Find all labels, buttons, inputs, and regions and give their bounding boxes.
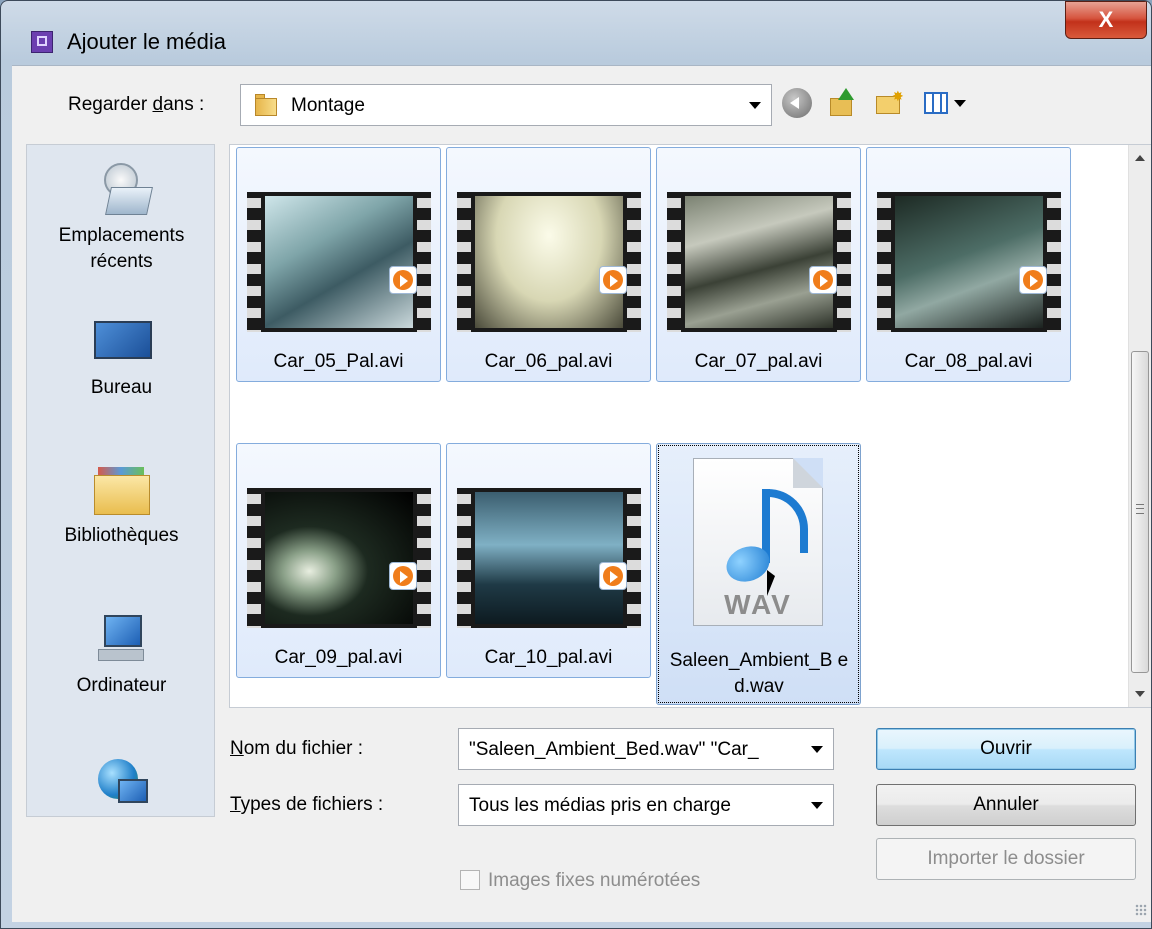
open-button[interactable]: Ouvrir: [876, 728, 1136, 770]
wav-icon-text: WAV: [724, 589, 792, 620]
file-item[interactable]: Car_08_pal.avi: [866, 147, 1071, 382]
place-recent[interactable]: Emplacements récents: [27, 161, 216, 275]
desktop-icon: [93, 313, 152, 369]
place-label: Ordinateur: [76, 675, 167, 696]
file-item[interactable]: Car_05_Pal.avi: [236, 147, 441, 382]
video-thumbnail: [457, 192, 641, 332]
place-network[interactable]: [27, 757, 216, 819]
play-icon: [599, 562, 627, 590]
file-types-select[interactable]: Tous les médias pris en charge: [458, 784, 834, 826]
up-folder-icon[interactable]: [828, 88, 858, 118]
cancel-button[interactable]: Annuler: [876, 784, 1136, 826]
view-menu-icon[interactable]: [924, 88, 972, 118]
file-name: Car_07_pal.avi: [694, 351, 823, 372]
file-item[interactable]: Car_10_pal.avi: [446, 443, 651, 678]
scroll-down-icon[interactable]: [1135, 691, 1145, 697]
file-name-input[interactable]: "Saleen_Ambient_Bed.wav" "Car_: [469, 739, 799, 761]
play-icon: [809, 266, 837, 294]
file-item-selected[interactable]: WAV Saleen_Ambient_B ed.wav: [656, 443, 861, 705]
computer-icon: [94, 611, 150, 667]
file-list[interactable]: Car_05_Pal.avi Car_06_pal.avi Car_07_pal…: [229, 144, 1151, 708]
scroll-up-icon[interactable]: [1135, 155, 1145, 161]
video-thumbnail: [247, 488, 431, 628]
file-name: Car_09_pal.avi: [274, 647, 403, 668]
look-in-combo[interactable]: Montage: [240, 84, 772, 126]
place-label: Bureau: [90, 377, 153, 398]
audio-file-icon: WAV: [693, 458, 823, 626]
file-types-label: Types de fichiers :: [230, 794, 384, 815]
resize-grip-icon[interactable]: [1135, 904, 1147, 916]
add-media-dialog: Ajouter le média X Regarder dans : Monta…: [0, 0, 1152, 929]
chevron-down-icon[interactable]: [811, 802, 823, 809]
play-icon: [389, 562, 417, 590]
file-item[interactable]: Car_09_pal.avi: [236, 443, 441, 678]
scroll-thumb[interactable]: [1131, 351, 1149, 673]
places-bar: Emplacements récents Bureau Bibliothèque…: [26, 144, 215, 817]
folder-icon: [255, 94, 279, 116]
place-computer[interactable]: Ordinateur: [27, 611, 216, 699]
music-note-icon: [721, 489, 808, 588]
chevron-down-icon[interactable]: [749, 102, 761, 109]
new-folder-icon[interactable]: ✸: [874, 88, 904, 118]
video-thumbnail: [667, 192, 851, 332]
libraries-icon: [93, 461, 150, 517]
file-item[interactable]: Car_06_pal.avi: [446, 147, 651, 382]
title-bar[interactable]: Ajouter le média X: [1, 1, 1151, 65]
place-libraries[interactable]: Bibliothèques: [27, 461, 216, 549]
file-name: Saleen_Ambient_B ed.wav: [669, 650, 849, 697]
file-name-label: Nom du fichier :: [230, 738, 364, 759]
vertical-scrollbar[interactable]: [1128, 145, 1151, 707]
video-thumbnail: [877, 192, 1061, 332]
place-label: Bibliothèques: [64, 525, 179, 546]
play-icon: [1019, 266, 1047, 294]
chevron-down-icon[interactable]: [811, 746, 823, 753]
file-name: Car_06_pal.avi: [484, 351, 613, 372]
file-types-value: Tous les médias pris en charge: [469, 795, 731, 816]
file-name: Car_08_pal.avi: [904, 351, 1033, 372]
look-in-value: Montage: [291, 95, 365, 116]
network-icon: [94, 757, 150, 813]
app-icon: [31, 31, 53, 53]
close-button[interactable]: X: [1065, 1, 1147, 39]
numbered-stills-label: Images fixes numérotées: [488, 870, 701, 891]
play-icon: [389, 266, 417, 294]
video-thumbnail: [247, 192, 431, 332]
file-item[interactable]: Car_07_pal.avi: [656, 147, 861, 382]
back-icon[interactable]: [782, 88, 812, 118]
play-icon: [599, 266, 627, 294]
place-desktop[interactable]: Bureau: [27, 313, 216, 401]
file-name: Car_05_Pal.avi: [273, 351, 404, 372]
dialog-title: Ajouter le média: [67, 29, 226, 54]
video-thumbnail: [457, 488, 641, 628]
import-folder-button[interactable]: Importer le dossier: [876, 838, 1136, 880]
numbered-stills-checkbox[interactable]: [460, 870, 480, 890]
file-name: Car_10_pal.avi: [484, 647, 613, 668]
mouse-cursor-icon: [767, 570, 775, 596]
look-in-label: Regarder dans :: [68, 94, 205, 115]
place-label: Emplacements récents: [58, 225, 185, 272]
recent-places-icon: [94, 161, 153, 217]
dialog-body: Regarder dans : Montage ✸ Emplacements r…: [12, 65, 1151, 922]
file-name-combo[interactable]: "Saleen_Ambient_Bed.wav" "Car_: [458, 728, 834, 770]
